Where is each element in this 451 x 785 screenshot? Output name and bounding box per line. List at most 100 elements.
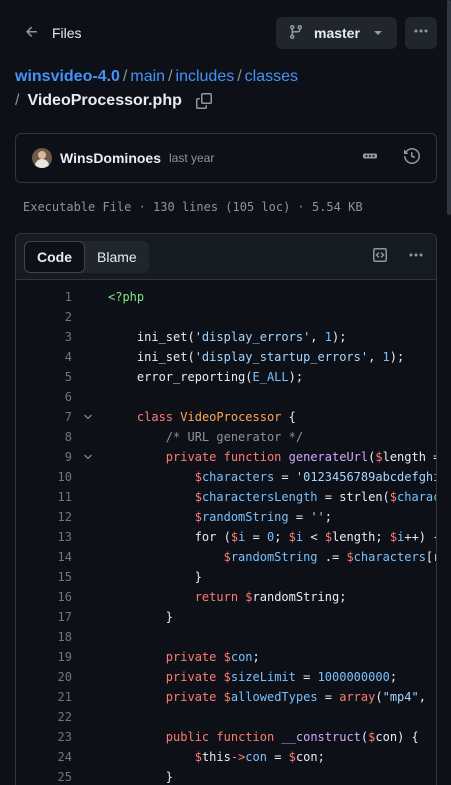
line-number[interactable]: 7 (16, 407, 72, 427)
line-number[interactable]: 1 (16, 287, 72, 307)
commit-time: last year (169, 151, 215, 165)
code-token: array (339, 690, 376, 704)
code-square-icon[interactable] (372, 247, 388, 268)
tab-code[interactable]: Code (24, 240, 85, 273)
history-icon[interactable] (404, 147, 421, 169)
avatar[interactable] (32, 148, 52, 168)
code-token: } (108, 610, 174, 624)
fold-chevron-icon[interactable] (80, 447, 96, 467)
code-token: private (165, 650, 217, 664)
code-lines: 1 <?php 2 3 ini_set('display_errors', 1); 4 … (16, 280, 436, 785)
line-number[interactable]: 24 (16, 747, 72, 767)
line-number[interactable]: 19 (16, 647, 72, 667)
code-token: "mp4" (382, 690, 419, 704)
branch-selector-button[interactable]: master (276, 17, 397, 49)
breadcrumb-classes-link[interactable]: classes (245, 68, 298, 85)
line-code: private $sizeLimit = 1000000000; (108, 667, 397, 687)
code-token: __construct (281, 730, 361, 744)
line-number[interactable]: 6 (16, 387, 72, 407)
code-viewer: Code Blame 1 <?php 2 3 ini_set('display_err… (15, 233, 437, 785)
line-number[interactable]: 10 (16, 467, 72, 487)
line-number[interactable]: 5 (16, 367, 72, 387)
code-token: < (303, 530, 325, 544)
line-number[interactable]: 18 (16, 627, 72, 647)
code-line: 1 <?php (16, 287, 436, 307)
code-token: = (317, 690, 340, 704)
code-token: E_ALL (252, 370, 289, 384)
line-number[interactable]: 3 (16, 327, 72, 347)
code-token: function (223, 450, 282, 464)
kebab-horizontal-icon (413, 23, 429, 44)
line-number[interactable]: 11 (16, 487, 72, 507)
code-line: 10 $characters = '0123456789abcdefghi (16, 467, 436, 487)
code-token: } (108, 770, 174, 784)
code-token: '0123456789abcdefghi (295, 470, 437, 484)
breadcrumb-repo-link[interactable]: winsvideo-4.0 (15, 68, 120, 85)
page-scrollbar[interactable] (447, 0, 451, 215)
commit-author-link[interactable]: WinsDominoes (60, 150, 161, 166)
back-to-files-button[interactable]: Files (16, 17, 90, 49)
code-token: $ (194, 750, 202, 764)
code-token: con (295, 750, 318, 764)
code-header: Code Blame (16, 234, 436, 280)
copy-path-icon[interactable] (195, 93, 212, 109)
line-code: error_reporting(E_ALL); (108, 367, 303, 387)
code-token: private (165, 690, 217, 704)
code-token: $ (223, 690, 231, 704)
line-number[interactable]: 13 (16, 527, 72, 547)
breadcrumb-separator: / (237, 68, 242, 85)
kebab-horizontal-icon[interactable] (408, 247, 424, 268)
code-token: $ (324, 530, 333, 544)
code-token: return (194, 590, 239, 604)
code-token: 1000000000 (317, 670, 390, 684)
line-number[interactable]: 15 (16, 567, 72, 587)
code-token: 1 (324, 330, 332, 344)
code-line: 11 $charactersLength = strlen($charac (16, 487, 436, 507)
line-number[interactable]: 25 (16, 767, 72, 785)
line-number[interactable]: 20 (16, 667, 72, 687)
code-token: ini_set( (108, 350, 195, 364)
breadcrumb-includes-link[interactable]: includes (176, 68, 235, 85)
tab-blame[interactable]: Blame (85, 241, 149, 273)
code-token: private (165, 450, 217, 464)
code-token: this (201, 750, 231, 764)
code-token: randomString (252, 590, 340, 604)
line-number[interactable]: 22 (16, 707, 72, 727)
code-token: $ (194, 470, 202, 484)
code-token: ++) { (404, 530, 437, 544)
more-options-button[interactable] (405, 17, 437, 49)
line-number[interactable]: 4 (16, 347, 72, 367)
line-number[interactable]: 17 (16, 607, 72, 627)
line-number[interactable]: 21 (16, 687, 72, 707)
line-code: } (108, 767, 173, 785)
code-token: ( (375, 690, 383, 704)
line-number[interactable]: 16 (16, 587, 72, 607)
code-token: con (245, 750, 267, 764)
code-line: 2 (16, 307, 436, 327)
code-token: ; (339, 590, 347, 604)
line-number[interactable]: 8 (16, 427, 72, 447)
line-code: $this->con = $con; (108, 747, 325, 767)
top-bar: Files master (16, 17, 437, 49)
code-token: $ (389, 490, 398, 504)
fold-chevron-icon[interactable] (80, 407, 96, 427)
code-line: 14 $randomString .= $characters[r (16, 547, 436, 567)
line-number[interactable]: 14 (16, 547, 72, 567)
line-number[interactable]: 9 (16, 447, 72, 467)
line-number[interactable]: 2 (16, 307, 72, 327)
commit-message-toggle-icon[interactable] (362, 148, 378, 169)
code-token: $ (245, 590, 253, 604)
line-number[interactable]: 23 (16, 727, 72, 747)
line-number[interactable]: 12 (16, 507, 72, 527)
breadcrumb-main-link[interactable]: main (130, 68, 165, 85)
code-token: .= (317, 550, 347, 564)
code-line: 20 private $sizeLimit = 1000000000; (16, 667, 436, 687)
